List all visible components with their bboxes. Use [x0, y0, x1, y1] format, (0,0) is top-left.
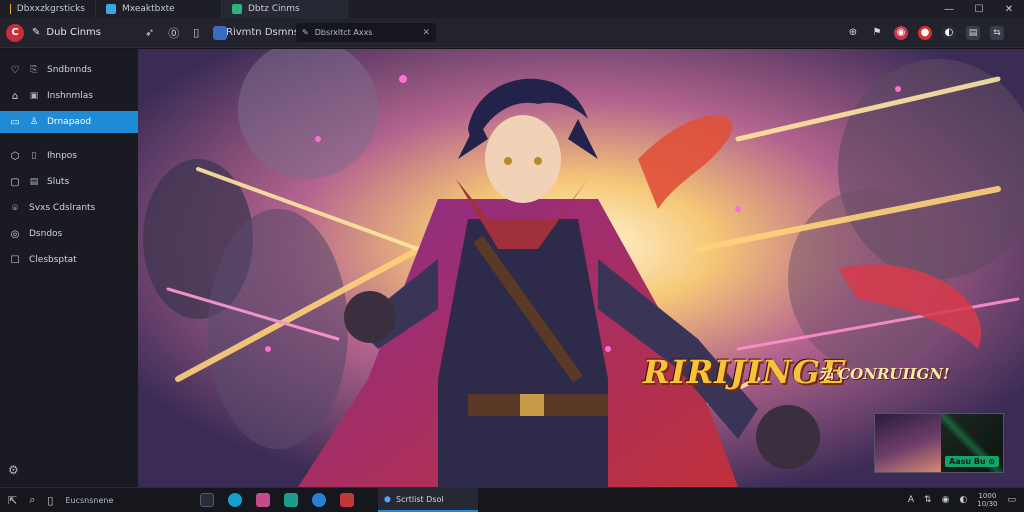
sidebar-item-2[interactable]: ▭ ♙ Drnapaod — [0, 111, 138, 133]
sidebar-item-3[interactable]: ⬡ ▯ Ihnpos — [0, 145, 138, 167]
info-icon[interactable]: ⓪ — [168, 25, 179, 41]
lock-icon: ⌾ — [12, 202, 18, 214]
app-icon-3[interactable] — [284, 493, 298, 507]
address-bar[interactable]: ✎ Dbsrxltct Axxs ✕ — [296, 23, 436, 42]
doc-icon: ▤ — [29, 177, 39, 187]
sidebar-item-label: Ihnpos — [47, 151, 77, 161]
tab-bar: Dbxxzkgrsticks Mxeaktbxte Dbtz Cinms — ☐… — [0, 0, 1024, 18]
window-controls: — ☐ ✕ — [934, 0, 1024, 18]
square-icon: ☐ — [10, 254, 20, 266]
artwork-title: RIRIJINGE — [643, 353, 847, 391]
record-icon[interactable]: ● — [918, 25, 932, 40]
system-tray: A ⇅ ◉ ◐ 1000 10/30 ▭ — [908, 492, 1016, 508]
page-label: Rivmtn Dsmns — [226, 27, 300, 38]
window-icon: ▭ — [10, 116, 20, 128]
box-icon: ▢ — [10, 176, 20, 188]
sidebar-item-4[interactable]: ▢ ▤ Sluts — [0, 171, 138, 193]
sidebar-item-label: Clesbsptat — [29, 255, 77, 265]
tag-icon: ⬡ — [10, 150, 20, 162]
taskbar-search[interactable]: Eucsnsnene — [65, 496, 113, 505]
app-name: Dub Cinms — [46, 27, 102, 38]
sidebar-item-label: Sluts — [47, 177, 70, 187]
sidebar-item-label: Svxs Cdslrants — [29, 203, 96, 213]
flag-icon[interactable]: ⚑ — [870, 26, 884, 40]
clock[interactable]: 1000 10/30 — [977, 492, 997, 508]
toolbar-icons: ➶ ⓪ ▯ — [145, 25, 228, 41]
restore-button[interactable]: ▤ — [966, 25, 980, 40]
profile-icon[interactable]: ◉ — [894, 25, 908, 40]
app-title: ✎ Dub Cinms — [32, 27, 101, 38]
close-button[interactable]: ✕ — [994, 0, 1024, 18]
app-icon-0[interactable] — [200, 493, 214, 507]
back-icon[interactable]: ⇱ — [8, 494, 17, 507]
target-icon: ◎ — [10, 228, 20, 240]
app-icon — [10, 4, 11, 14]
tab-label: Dbxxzkgrsticks — [16, 4, 85, 14]
app-icon-5[interactable] — [340, 493, 354, 507]
taskbar: ⇱ ⌕ ▯ Eucsnsnene ⬢ Scrtlist Dsol A ⇅ ◉ ◐… — [0, 487, 1024, 512]
tab-label: Mxeaktbxte — [122, 4, 175, 14]
app-icon-2[interactable] — [256, 493, 270, 507]
clock-time: 1000 — [978, 492, 997, 500]
tab-2[interactable]: Mxeaktbxte — [96, 0, 222, 18]
sidebar-item-6[interactable]: ◎ Dsndos — [0, 223, 138, 245]
taskbar-apps — [200, 493, 354, 507]
sidebar-item-label: Inshnmlas — [47, 91, 93, 101]
sidebar-item-label: Drnapaod — [47, 117, 92, 127]
network-icon[interactable]: ⇅ — [924, 495, 932, 505]
sidebar: ♡ ⎘ Sndbnnds ⌂ ▣ Inshnmlas ▭ ♙ Drnapaod … — [0, 49, 138, 487]
app-icon-4[interactable] — [312, 493, 326, 507]
sidebar-item-7[interactable]: ☐ Clesbsptat — [0, 249, 138, 271]
sidebar-item-label: Dsndos — [29, 229, 63, 239]
pointer-icon[interactable]: ➶ — [145, 26, 154, 39]
active-app-label: Scrtlist Dsol — [395, 494, 444, 504]
heart-icon: ♡ — [10, 64, 20, 76]
app-icon-1[interactable] — [228, 493, 242, 507]
app-logo[interactable]: C — [6, 23, 24, 42]
toolbar: C ✎ Dub Cinms ➶ ⓪ ▯ Rivmtn Dsmns ✎ Dbsrx… — [0, 18, 1024, 48]
doc-icon: ⎘ — [30, 65, 38, 75]
pen-icon: ✎ — [32, 27, 41, 38]
search-icon[interactable]: ⌕ — [29, 493, 35, 507]
user-icon: ♙ — [29, 117, 39, 127]
app-icon: ⬢ — [384, 494, 391, 504]
sidebar-item-5[interactable]: ⌾ Svxs Cdslrants — [0, 197, 138, 219]
tab-label: Dbtz Cinms — [248, 4, 300, 14]
volume-icon[interactable]: ◉ — [942, 495, 950, 505]
address-text: Dbsrxltct Axxs — [314, 28, 373, 37]
home-icon: ⌂ — [11, 90, 19, 102]
pip-label: Aasu Bu ⊙ — [945, 456, 1000, 467]
sidebar-item-1[interactable]: ⌂ ▣ Inshnmlas — [0, 85, 138, 107]
maximize-button[interactable]: ☐ — [964, 0, 994, 18]
doc-icon: ▣ — [29, 91, 39, 101]
clock-date: 10/30 — [977, 500, 998, 508]
font-icon[interactable]: A — [908, 495, 914, 505]
artwork-subtitle: ﾗﾑ CONRUIIGN! — [818, 365, 950, 383]
picture-in-picture[interactable]: Aasu Bu ⊙ — [874, 413, 1004, 473]
theme-icon[interactable]: ◐ — [959, 495, 967, 505]
tab-3[interactable]: Dbtz Cinms — [222, 0, 348, 18]
sidebar-item-label: Sndbnnds — [47, 65, 92, 75]
more-button[interactable]: ⇆ — [990, 25, 1004, 40]
pip-thumbnail — [875, 414, 941, 472]
artwork-viewer: RIRIJINGE ﾗﾑ CONRUIIGN! Aasu Bu ⊙ — [138, 49, 1024, 487]
taskbar-left: ⇱ ⌕ ▯ Eucsnsnene — [0, 493, 113, 507]
settings-icon[interactable]: ⚙ — [8, 463, 19, 477]
pen-icon: ✎ — [302, 28, 309, 37]
app-icon — [232, 4, 242, 14]
menu-icon[interactable]: ◐ — [942, 25, 956, 40]
bookmark-icon[interactable]: ▯ — [193, 26, 199, 39]
sidebar-item-0[interactable]: ♡ ⎘ Sndbnnds — [0, 59, 138, 81]
notifications-icon[interactable]: ▭ — [1007, 495, 1016, 505]
tab-1[interactable]: Dbxxzkgrsticks — [0, 0, 96, 18]
app-icon — [106, 4, 116, 14]
minimize-button[interactable]: — — [934, 0, 964, 18]
lock-icon: ▯ — [47, 493, 54, 507]
search-icon[interactable]: ⊕ — [846, 26, 860, 40]
close-icon[interactable]: ✕ — [422, 28, 430, 38]
taskbar-active-app[interactable]: ⬢ Scrtlist Dsol — [378, 488, 478, 512]
doc-icon: ▯ — [31, 151, 37, 161]
toolbar-right: ⊕ ⚑ ◉ ● ◐ ▤ ⇆ — [846, 25, 1004, 40]
